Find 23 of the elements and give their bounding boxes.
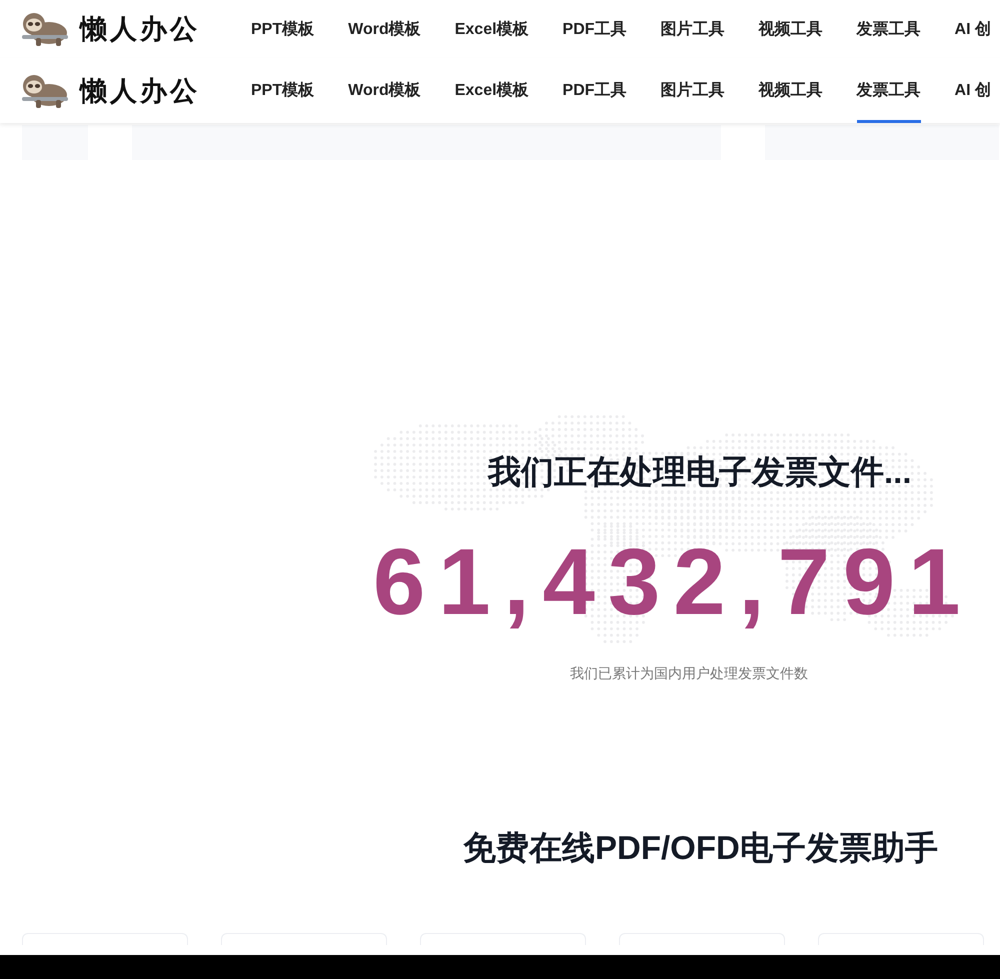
nav-tab[interactable]: PDF工具 xyxy=(562,58,627,123)
nav-tab[interactable]: 视频工具 xyxy=(758,58,823,123)
nav-tab[interactable]: AI 创 xyxy=(954,58,991,123)
nav-tab[interactable]: 视频工具 xyxy=(758,0,823,58)
nav-tab[interactable]: Excel模板 xyxy=(454,0,529,58)
sloth-logo-icon xyxy=(22,72,68,108)
stats-title: 我们正在处理电子发票文件... xyxy=(488,452,912,492)
nav-tab[interactable]: PPT模板 xyxy=(251,58,314,123)
section-heading: 免费在线PDF/OFD电子发票助手 xyxy=(463,828,938,868)
nav-tab[interactable]: 图片工具 xyxy=(660,58,725,123)
nav-tab[interactable]: PPT模板 xyxy=(251,0,314,58)
counter-caption: 我们已累计为国内用户处理发票文件数 xyxy=(570,665,808,683)
nav-tab[interactable]: AI 创 xyxy=(954,0,991,58)
sloth-logo-icon xyxy=(22,11,68,47)
nav-tab[interactable]: Excel模板 xyxy=(454,58,529,123)
nav-tab[interactable]: 图片工具 xyxy=(660,0,725,58)
logo-text[interactable]: 懒人办公 xyxy=(80,11,200,47)
nav-tab[interactable]: PDF工具 xyxy=(562,0,627,58)
nav-tab[interactable]: Word模板 xyxy=(348,0,421,58)
counter-number: 61,432,791 xyxy=(373,535,974,629)
logo-text[interactable]: 懒人办公 xyxy=(80,72,200,108)
nav-tab[interactable]: Word模板 xyxy=(348,58,421,123)
nav-tab[interactable]: 发票工具 xyxy=(856,0,921,58)
